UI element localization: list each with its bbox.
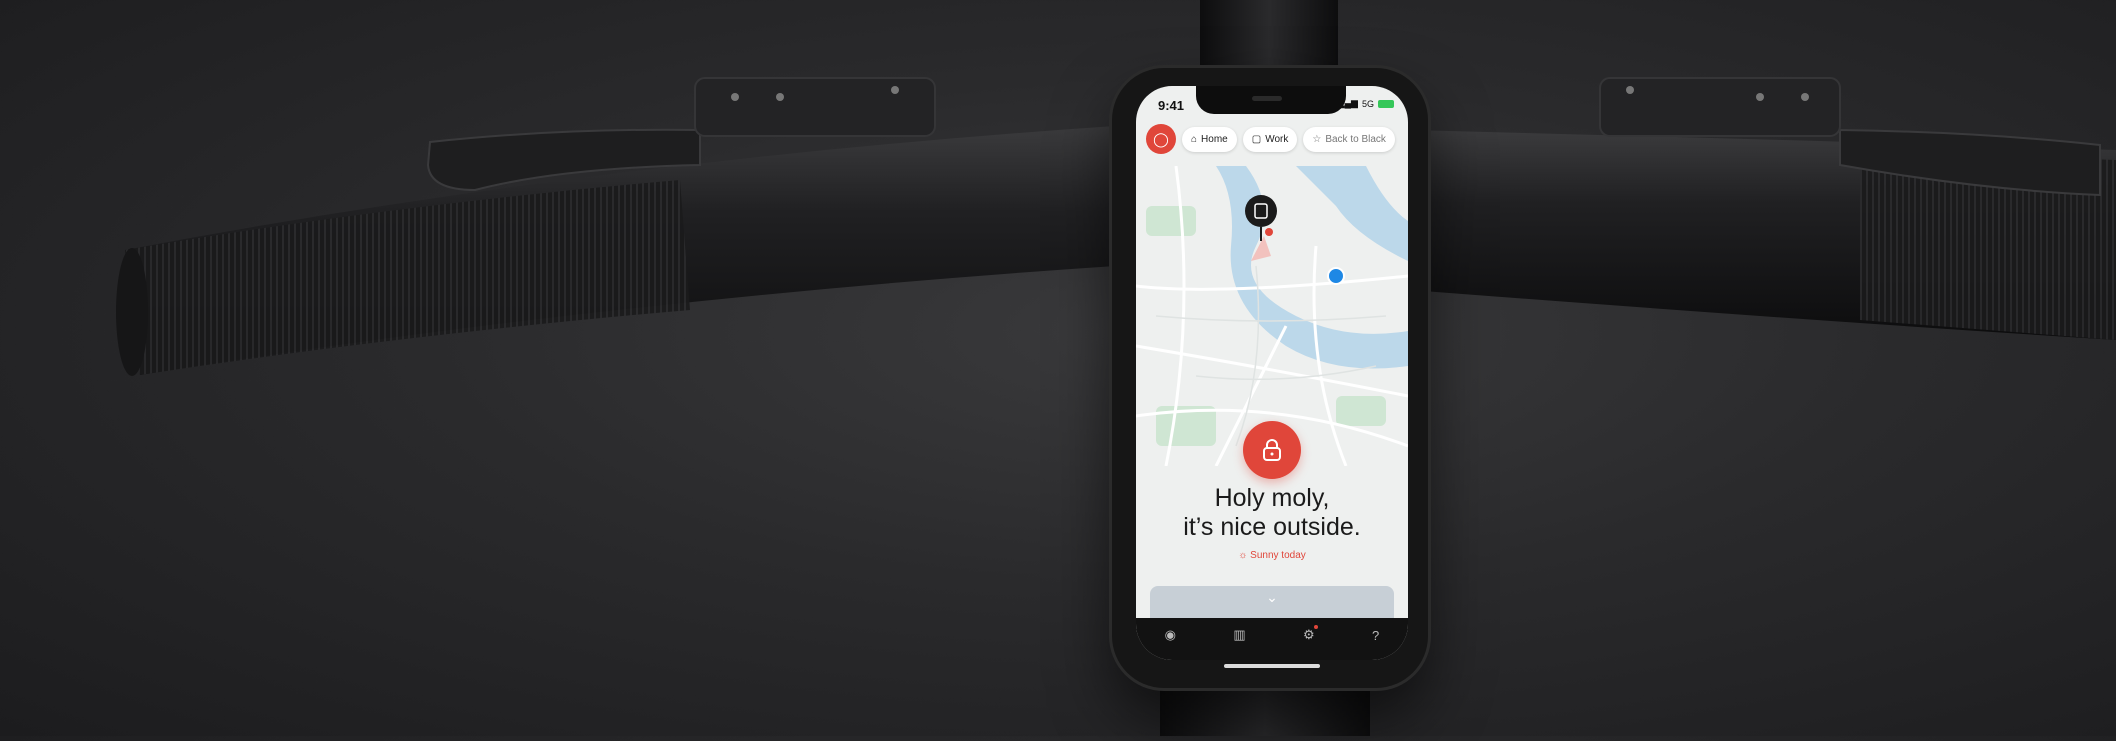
stats-icon[interactable]: ▥ — [1233, 627, 1245, 643]
chip-home[interactable]: ⌂ Home — [1182, 126, 1237, 152]
bottom-sheet-handle[interactable]: ⌄ — [1150, 586, 1394, 618]
park-area — [1146, 206, 1196, 236]
left-grip-end — [116, 248, 148, 376]
greeting-headline: Holy moly, it’s nice outside. — [1136, 484, 1408, 542]
lock-icon — [1263, 439, 1281, 461]
notification-dot — [1313, 625, 1318, 629]
weather-status: ☼ Sunny today — [1136, 550, 1408, 561]
phone-screen: 9:41 ▂▄▆ 5G ◯ ⌂ Home ▢ Work ☆ Back to Bl… — [1136, 86, 1408, 660]
settings-icon[interactable]: ⚙ — [1303, 625, 1318, 643]
briefcase-icon: ▢ — [1251, 133, 1262, 145]
destination-marker — [1265, 228, 1273, 236]
speedometer-icon[interactable]: ◉ — [1165, 627, 1176, 643]
status-indicators: ▂▄▆ 5G — [1338, 98, 1394, 109]
left-brake-clamp — [694, 77, 936, 137]
star-icon: ☆ — [1312, 133, 1322, 145]
chip-work[interactable]: ▢ Work — [1242, 126, 1298, 152]
home-indicator[interactable] — [1224, 664, 1320, 668]
chip-work-label: Work — [1265, 133, 1289, 145]
phone-notch — [1196, 86, 1346, 114]
chip-back-to-black-label: Back to Black — [1325, 133, 1386, 145]
park-area — [1336, 396, 1386, 426]
shortcut-chips: ◯ ⌂ Home ▢ Work ☆ Back to Black — [1146, 124, 1395, 154]
handlebar-illustration — [116, 0, 2116, 736]
chip-back-to-black[interactable]: ☆ Back to Black — [1303, 126, 1395, 152]
weather-label: Sunny today — [1250, 550, 1306, 561]
greeting-line-2: it’s nice outside. — [1183, 513, 1361, 541]
status-time: 9:41 — [1158, 98, 1185, 113]
battery-icon — [1378, 99, 1394, 108]
search-button[interactable]: ◯ — [1146, 124, 1176, 154]
tab-bar: ◉ ▥ ⚙ ? — [1136, 618, 1408, 660]
bike-handlebar-scene — [0, 0, 2116, 736]
user-location-icon — [1327, 267, 1345, 285]
lock-button[interactable] — [1243, 421, 1301, 479]
right-brake-clamp — [1599, 77, 1841, 137]
help-icon[interactable]: ? — [1372, 628, 1379, 643]
home-icon: ⌂ — [1191, 133, 1198, 145]
network-label: 5G — [1361, 98, 1374, 109]
left-grip — [125, 180, 690, 375]
sun-icon: ☼ — [1238, 550, 1248, 561]
bike-marker[interactable] — [1245, 195, 1277, 227]
greeting-line-1: Holy moly, — [1214, 484, 1330, 512]
chevron-down-icon: ⌄ — [1266, 589, 1278, 605]
chip-home-label: Home — [1201, 133, 1228, 145]
search-icon: ◯ — [1153, 130, 1169, 147]
